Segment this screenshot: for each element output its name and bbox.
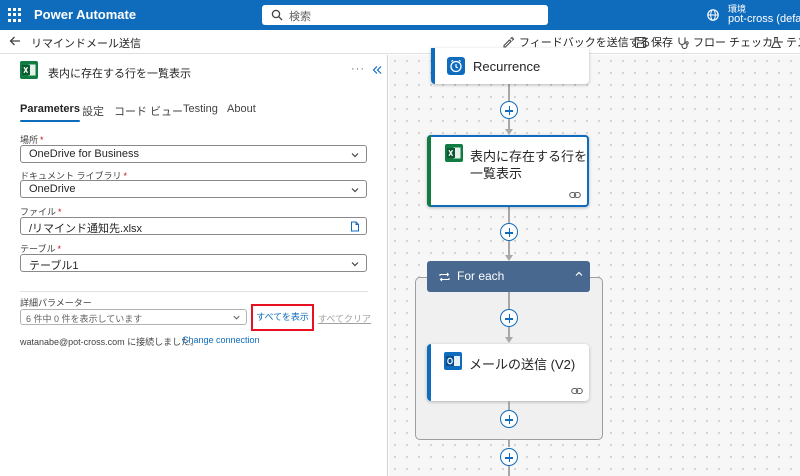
search-placeholder: 検索 [289,11,311,23]
arrow-down-icon [505,337,513,343]
environment-name[interactable]: pot-cross (default) [728,13,800,25]
back-arrow-icon[interactable] [8,34,22,48]
divider [20,291,368,292]
add-step-button[interactable] [500,101,518,119]
flow-checker-button[interactable]: フロー チェッカー [676,34,784,50]
command-bar: リマインドメール送信 フィードバックを送信する 保存 フロー チェッカー テス [0,30,800,54]
advanced-parameters-value: 6 件中 0 件を表示しています [26,314,143,324]
card-accent [427,344,431,401]
save-icon [634,36,647,48]
connector-line [508,466,510,476]
chevron-down-icon [233,315,240,320]
connector-line [508,439,510,447]
connector-line [508,207,510,223]
document-library-dropdown[interactable]: OneDrive [20,180,367,198]
save-label: 保存 [651,37,673,49]
connector-line [508,327,510,337]
chevron-down-icon [351,262,359,267]
card-accent [431,48,435,84]
add-step-button[interactable] [500,309,518,327]
connector-line [508,84,510,101]
action-details-panel: 表内に存在する行を一覧表示 ··· Parameters 設定 コード ビュー … [0,55,388,476]
excel-icon [445,144,463,162]
environment-icon [707,9,719,21]
file-picker-icon[interactable] [350,221,360,232]
clock-icon [447,57,465,75]
file-value: /リマインド通知先.xlsx [29,223,143,235]
tab-code-view[interactable]: コード ビュー [114,103,183,119]
add-step-button[interactable] [500,448,518,466]
more-options-button[interactable]: ··· [351,63,365,75]
document-library-value: OneDrive [29,183,76,195]
chevron-down-icon [351,188,359,193]
add-step-button[interactable] [500,223,518,241]
connector-line [508,119,510,129]
excel-icon [20,61,38,79]
show-all-button[interactable]: すべてを表示 [251,304,314,331]
recurrence-title: Recurrence [473,59,541,74]
feedback-icon [503,36,515,48]
add-step-button[interactable] [500,410,518,428]
app-launcher-icon[interactable] [8,8,22,22]
link-icon [569,191,581,199]
send-mail-card[interactable]: メールの送信 (V2) [427,344,589,401]
save-button[interactable]: 保存 [634,34,673,50]
list-rows-title-line2: 一覧表示 [470,166,523,181]
collapse-panel-icon[interactable] [372,65,382,75]
advanced-parameters-dropdown[interactable]: 6 件中 0 件を表示しています [20,309,247,325]
location-value: OneDrive for Business [29,148,140,160]
tab-parameters[interactable]: Parameters [20,103,80,122]
chevron-down-icon [351,153,359,158]
tab-settings[interactable]: 設定 [82,103,104,119]
location-dropdown[interactable]: OneDrive for Business [20,145,367,163]
for-each-header[interactable]: For each [427,261,590,292]
change-connection-link[interactable]: Change connection [182,335,260,345]
outlook-icon [444,352,462,370]
connector-line [508,401,510,410]
test-label: テス [786,37,800,49]
file-input[interactable]: /リマインド通知先.xlsx [20,217,367,235]
test-button[interactable]: テス [770,34,800,50]
tab-about[interactable]: About [227,103,256,115]
flask-icon [770,36,782,48]
link-icon [571,387,583,395]
chevron-up-icon[interactable] [574,269,584,279]
loop-icon [439,272,450,282]
list-rows-card[interactable]: 表内に存在する行を 一覧表示 [427,135,589,207]
recurrence-card[interactable]: Recurrence [431,48,589,84]
card-accent [427,135,431,207]
stethoscope-icon [678,37,689,49]
advanced-parameters-label: 詳細パラメーター [20,298,92,308]
connector-line [508,292,510,309]
connector-line [508,241,510,255]
search-icon [271,9,283,21]
tab-testing[interactable]: Testing [183,103,218,115]
app-title[interactable]: Power Automate [34,7,136,22]
flow-name: リマインドメール送信 [31,38,141,50]
table-value: テーブル1 [29,260,79,272]
for-each-title: For each [457,269,505,283]
clear-all-button[interactable]: すべてクリア [318,312,371,325]
connection-status: watanabe@pot-cross.com に接続しました。 [20,337,200,347]
search-box[interactable]: 検索 [262,5,548,25]
send-mail-title: メールの送信 (V2) [469,357,576,372]
top-bar: Power Automate 検索 環境 pot-cross (default) [0,0,800,30]
action-title[interactable]: 表内に存在する行を一覧表示 [48,65,191,81]
table-dropdown[interactable]: テーブル1 [20,254,367,272]
